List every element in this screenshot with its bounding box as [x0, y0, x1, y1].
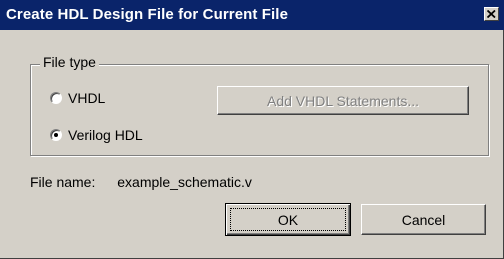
close-icon — [487, 10, 496, 18]
radio-verilog-hdl[interactable]: Verilog HDL — [50, 127, 143, 143]
radio-verilog-hdl-label: Verilog HDL — [68, 127, 143, 143]
file-name-row: File name: example_schematic.v — [30, 174, 252, 190]
close-button[interactable] — [484, 7, 499, 21]
ok-button-label: OK — [277, 212, 299, 228]
dialog-title: Create HDL Design File for Current File — [6, 6, 289, 23]
file-name-value: example_schematic.v — [117, 174, 252, 190]
radio-verilog-hdl-indicator[interactable] — [50, 129, 62, 141]
radio-vhdl-indicator[interactable] — [50, 92, 62, 104]
create-hdl-dialog: Create HDL Design File for Current File … — [0, 0, 504, 259]
radio-vhdl[interactable]: VHDL — [50, 90, 105, 106]
cancel-button-label: Cancel — [401, 212, 446, 228]
add-vhdl-statements-label: Add VHDL Statements... — [267, 93, 419, 109]
radio-vhdl-label: VHDL — [68, 90, 106, 106]
cancel-button[interactable]: Cancel — [361, 204, 486, 235]
add-vhdl-statements-button[interactable]: Add VHDL Statements... — [217, 86, 469, 115]
file-type-legend: File type — [40, 54, 99, 70]
file-name-label: File name: — [30, 174, 96, 190]
ok-button[interactable]: OK — [225, 203, 351, 236]
title-bar[interactable]: Create HDL Design File for Current File — [0, 0, 504, 30]
